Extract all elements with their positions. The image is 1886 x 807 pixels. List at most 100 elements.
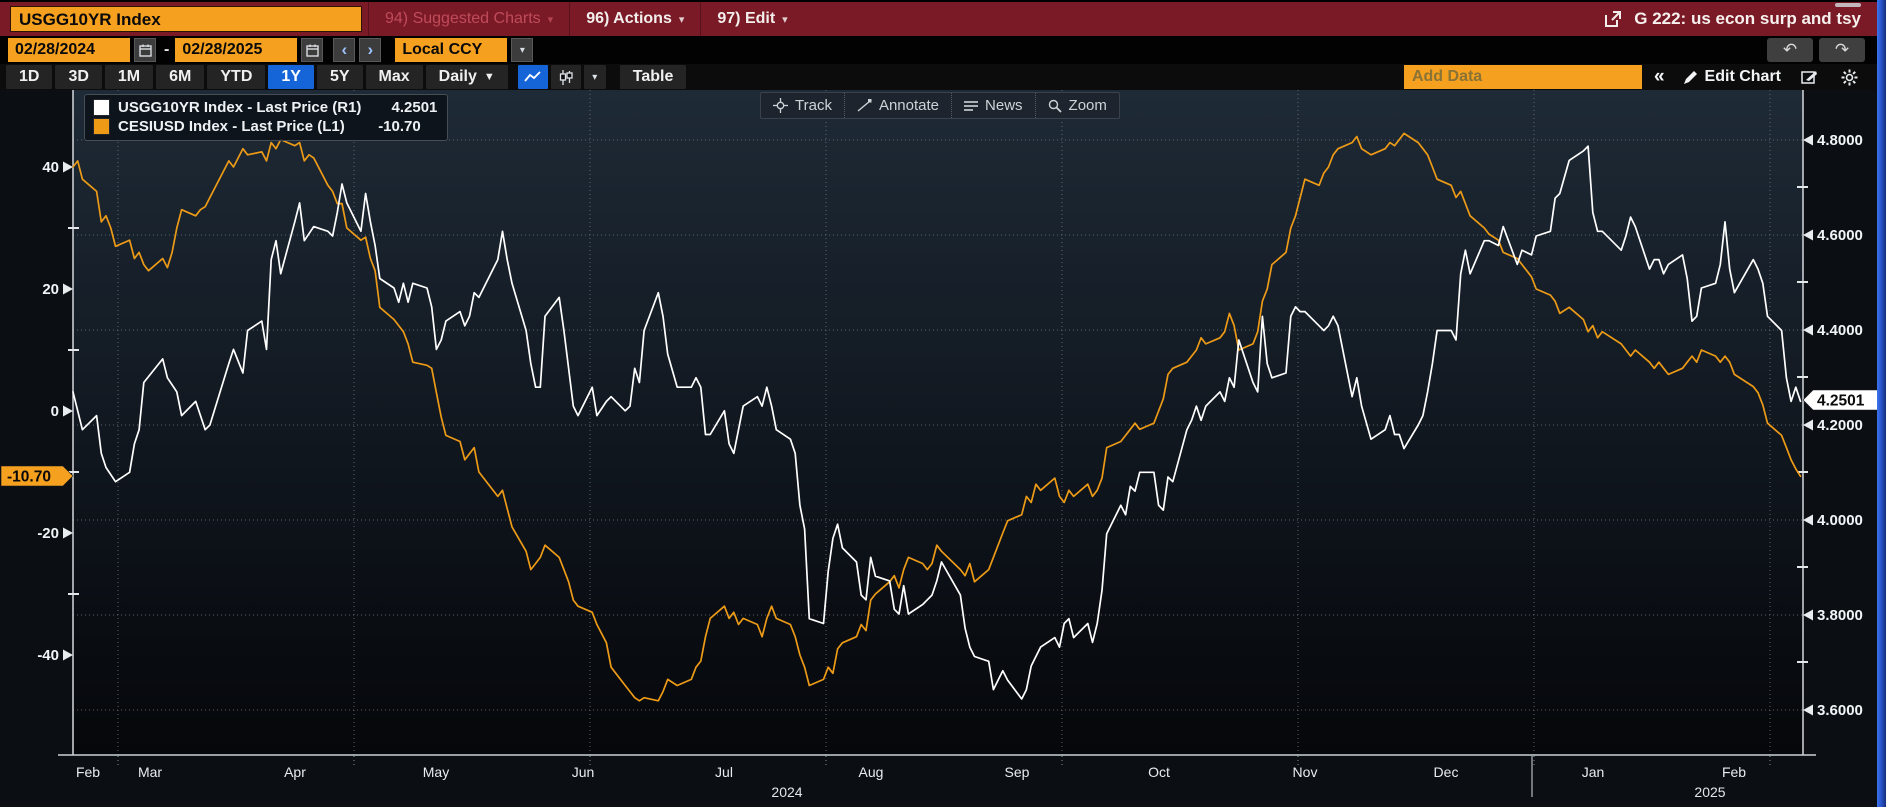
next-period-button[interactable]: › xyxy=(359,38,381,62)
gear-icon xyxy=(1841,69,1858,86)
bloomberg-chart-window: USGG10YR Index 94) Suggested Charts ▾ 96… xyxy=(0,0,1886,807)
start-calendar-button[interactable] xyxy=(134,38,156,62)
range-button-5y[interactable]: 5Y xyxy=(317,65,363,89)
export-icon[interactable] xyxy=(1602,8,1624,30)
range-button-ytd[interactable]: YTD xyxy=(207,65,265,89)
chevron-down-icon: ▼ xyxy=(484,71,495,83)
tool-zoom-button[interactable]: Zoom xyxy=(1035,93,1119,118)
table-button[interactable]: Table xyxy=(620,65,687,89)
svg-text:4.2501: 4.2501 xyxy=(1817,393,1865,410)
range-button-3d[interactable]: 3D xyxy=(55,65,101,89)
chevron-down-icon: ▾ xyxy=(520,45,525,56)
tool-label: Annotate xyxy=(879,97,939,114)
svg-text:2024: 2024 xyxy=(771,784,802,800)
svg-text:Nov: Nov xyxy=(1293,764,1318,780)
window-grip[interactable] xyxy=(1835,3,1861,7)
chart-type-dropdown-button[interactable]: ▾ xyxy=(584,65,606,89)
chevron-down-icon: ▾ xyxy=(592,72,597,83)
tool-label: Track xyxy=(795,97,832,114)
legend-item-0[interactable]: USGG10YR Index - Last Price (R1) 4.2501 xyxy=(93,99,437,116)
svg-text:4.6000: 4.6000 xyxy=(1817,227,1863,244)
collapse-panel-button[interactable]: « xyxy=(1642,64,1673,90)
svg-text:Feb: Feb xyxy=(1722,764,1746,780)
currency-select[interactable]: Local CCY xyxy=(395,38,507,62)
chevron-left-icon: ‹ xyxy=(341,40,347,60)
legend-label: CESIUSD Index - Last Price (L1) xyxy=(118,118,345,135)
tool-news-button[interactable]: News xyxy=(951,93,1035,118)
table-button-label: Table xyxy=(633,68,674,86)
end-date-field[interactable]: 02/28/2025 xyxy=(175,38,297,62)
tool-track-button[interactable]: Track xyxy=(761,93,844,118)
chart-annotation-settings-button[interactable] xyxy=(1791,64,1835,90)
menu-edit[interactable]: 97) Edit ▾ xyxy=(700,2,803,36)
range-button-1d[interactable]: 1D xyxy=(6,65,52,89)
svg-text:0: 0 xyxy=(51,403,59,420)
svg-text:Apr: Apr xyxy=(284,764,306,780)
legend-value: 4.2501 xyxy=(371,99,437,116)
svg-text:3.6000: 3.6000 xyxy=(1817,702,1863,719)
settings-button[interactable] xyxy=(1835,64,1877,90)
right-last-value-badge: 4.2501 xyxy=(1803,390,1885,410)
chart-canvas[interactable]: 40200-20-404.80004.60004.40004.20004.000… xyxy=(0,90,1886,807)
tool-label: Zoom xyxy=(1069,97,1107,114)
range-button-1y[interactable]: 1Y xyxy=(268,65,314,89)
svg-text:Dec: Dec xyxy=(1434,764,1459,780)
svg-text:2025: 2025 xyxy=(1694,784,1725,800)
svg-text:4.4000: 4.4000 xyxy=(1817,322,1863,339)
undo-button[interactable]: ↶ xyxy=(1767,38,1813,62)
chart-toolbar: 1D3D1M6MYTD1Y5YMax Daily ▼ ▾ Table « Edi… xyxy=(0,64,1877,90)
annotate-icon xyxy=(857,99,872,112)
legend-swatch xyxy=(93,118,110,135)
zoom-icon xyxy=(1048,99,1062,113)
start-date-field[interactable]: 02/28/2024 xyxy=(8,38,130,62)
svg-text:Mar: Mar xyxy=(138,764,162,780)
menu-actions[interactable]: 96) Actions ▾ xyxy=(569,2,700,36)
window-edge-scrollbar[interactable] xyxy=(1877,0,1886,807)
right-axis-labels: 4.80004.60004.40004.20004.00003.80003.60… xyxy=(1797,132,1863,719)
chart-title: G 222: us econ surp and tsy xyxy=(1634,9,1861,29)
legend-item-1[interactable]: CESIUSD Index - Last Price (L1)-10.70 xyxy=(93,118,437,135)
svg-text:Feb: Feb xyxy=(76,764,100,780)
chevron-down-icon: ▾ xyxy=(782,13,788,26)
chart-tools-bar: Track Annotate News Zoom xyxy=(760,92,1120,119)
frequency-label: Daily xyxy=(439,68,477,86)
chart-plot-area[interactable] xyxy=(73,90,1803,755)
svg-text:3.8000: 3.8000 xyxy=(1817,607,1863,624)
range-button-6m[interactable]: 6M xyxy=(156,65,204,89)
menu-edit-label: 97) Edit xyxy=(717,10,775,28)
left-last-value-badge: -10.70 xyxy=(1,466,73,486)
edit-chart-button[interactable]: Edit Chart xyxy=(1673,64,1791,90)
menu-actions-label: 96) Actions xyxy=(586,10,672,28)
chart-legend: USGG10YR Index - Last Price (R1) 4.2501 CE… xyxy=(84,94,448,141)
x-axis-labels: FebMarAprMayJunJulAugSepOctNovDecJanFeb2… xyxy=(76,756,1770,800)
redo-icon: ↷ xyxy=(1835,40,1849,60)
title-bar: USGG10YR Index 94) Suggested Charts ▾ 96… xyxy=(0,0,1877,36)
line-chart-type-button[interactable] xyxy=(518,65,548,89)
svg-text:4.0000: 4.0000 xyxy=(1817,512,1863,529)
chevron-down-icon: ▾ xyxy=(548,13,554,26)
svg-text:4.8000: 4.8000 xyxy=(1817,132,1863,149)
frequency-select[interactable]: Daily ▼ xyxy=(426,65,508,89)
chevron-down-icon: ▾ xyxy=(679,13,685,26)
candlestick-chart-type-button[interactable] xyxy=(551,65,581,89)
edit-chart-label: Edit Chart xyxy=(1705,68,1781,86)
line-chart-icon xyxy=(524,70,542,84)
svg-text:Jul: Jul xyxy=(715,764,733,780)
svg-text:40: 40 xyxy=(42,159,59,176)
range-button-1m[interactable]: 1M xyxy=(105,65,153,89)
svg-text:May: May xyxy=(423,764,449,780)
redo-button[interactable]: ↷ xyxy=(1819,38,1865,62)
svg-text:Aug: Aug xyxy=(859,764,884,780)
ticker-input[interactable]: USGG10YR Index xyxy=(10,6,362,32)
tool-annotate-button[interactable]: Annotate xyxy=(844,93,951,118)
prev-period-button[interactable]: ‹ xyxy=(333,38,355,62)
legend-label: USGG10YR Index - Last Price (R1) xyxy=(118,99,361,116)
currency-dropdown-button[interactable]: ▾ xyxy=(511,38,533,62)
svg-text:Jan: Jan xyxy=(1582,764,1605,780)
svg-text:Sep: Sep xyxy=(1005,764,1030,780)
candlestick-icon xyxy=(558,70,574,85)
end-calendar-button[interactable] xyxy=(301,38,323,62)
menu-suggested-charts[interactable]: 94) Suggested Charts ▾ xyxy=(368,2,569,36)
add-data-input[interactable] xyxy=(1404,65,1642,89)
range-button-max[interactable]: Max xyxy=(366,65,423,89)
